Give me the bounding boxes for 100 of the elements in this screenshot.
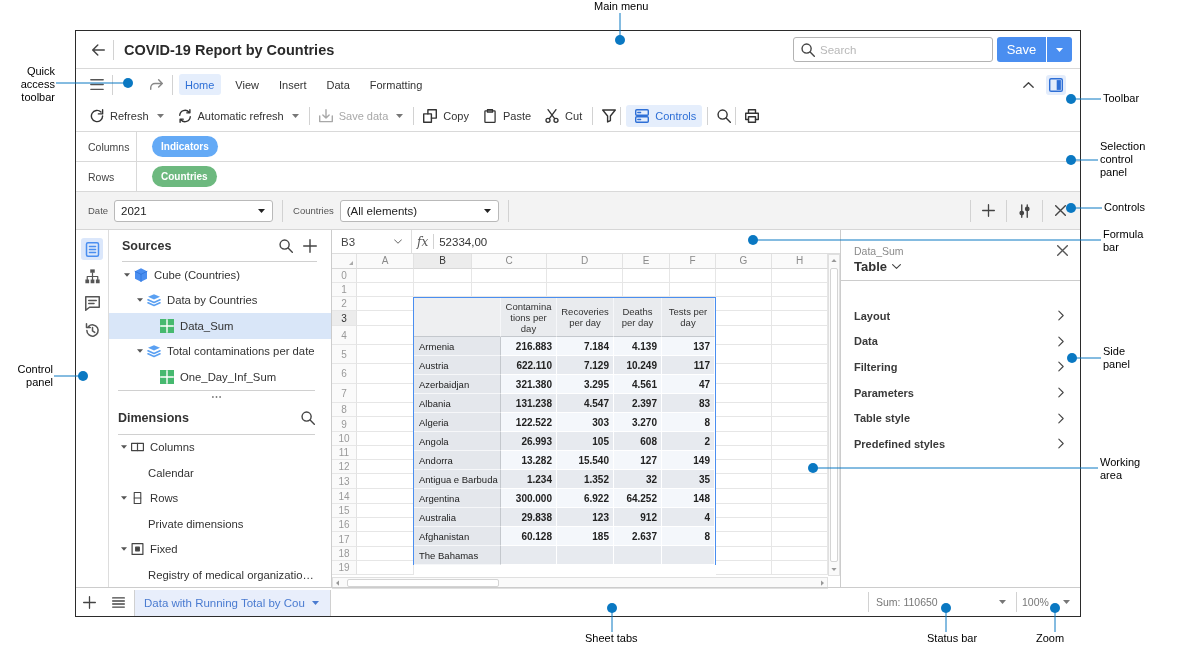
grid-cell[interactable] <box>623 269 670 283</box>
grid-cell[interactable] <box>357 283 414 297</box>
grid-cell[interactable] <box>357 269 414 283</box>
tree-item[interactable]: Private dimensions <box>109 511 331 537</box>
grid-cell[interactable] <box>716 269 772 283</box>
column-header[interactable]: A <box>357 254 414 269</box>
row-header[interactable]: 3 <box>332 311 357 326</box>
settings-section[interactable]: Parameters <box>841 379 1080 406</box>
menu-tab[interactable]: Data <box>320 74 356 95</box>
tree-item[interactable]: Rows <box>109 485 331 511</box>
column-header[interactable]: G <box>716 254 772 269</box>
collapse-chevron-icon[interactable] <box>1023 81 1034 88</box>
save-menu-button[interactable] <box>1047 37 1072 62</box>
scrollbar-thumb[interactable] <box>830 268 838 562</box>
vertical-scrollbar[interactable] <box>828 254 840 576</box>
dropdown-field[interactable]: 2021 <box>114 199 274 222</box>
scrollbar-thumb[interactable] <box>347 579 499 587</box>
row-header[interactable]: 14 <box>332 489 357 504</box>
search-icon[interactable] <box>301 411 315 425</box>
column-header[interactable]: B <box>414 254 472 269</box>
grid-cell[interactable] <box>716 283 772 297</box>
expand-caret-icon[interactable] <box>124 272 130 277</box>
tree-item[interactable]: One_Day_Inf_Sum <box>109 364 331 390</box>
drag-handle-icon[interactable] <box>212 395 221 398</box>
toolbar-button[interactable]: Copy <box>419 104 474 127</box>
scroll-down-icon[interactable] <box>831 568 837 571</box>
search-icon[interactable] <box>279 238 293 253</box>
row-header[interactable]: 7 <box>332 384 357 403</box>
row-header[interactable]: 1 <box>332 283 357 297</box>
row-header[interactable]: 15 <box>332 504 357 518</box>
tree-item[interactable]: Fixed <box>109 536 331 562</box>
select-all-corner-icon[interactable] <box>349 261 353 265</box>
menu-icon[interactable] <box>90 79 104 90</box>
add-icon[interactable] <box>982 204 995 217</box>
toolbar-button[interactable]: Cut <box>541 104 588 127</box>
tree-item[interactable]: Cube (Countries) <box>109 262 331 288</box>
column-header[interactable]: D <box>547 254 623 269</box>
add-icon[interactable] <box>303 238 317 253</box>
settings-section[interactable]: Layout <box>841 303 1080 329</box>
formula-field[interactable]: 52334,00 <box>439 235 488 248</box>
tree-item[interactable]: Data_Sum <box>109 313 331 339</box>
menu-tab[interactable]: Formatting <box>363 74 429 95</box>
row-header[interactable]: 10 <box>332 432 357 446</box>
row-header[interactable]: 5 <box>332 345 357 364</box>
tree-item[interactable]: Total contaminations per date <box>109 338 331 364</box>
scroll-right-icon[interactable] <box>821 580 824 586</box>
add-sheet-icon[interactable] <box>83 595 96 609</box>
column-header[interactable]: F <box>670 254 716 269</box>
row-header[interactable]: 18 <box>332 547 357 561</box>
expand-caret-icon[interactable] <box>137 349 143 354</box>
menu-tab[interactable]: Insert <box>273 74 313 95</box>
row-header[interactable]: 9 <box>332 417 357 432</box>
row-header[interactable]: 11 <box>332 446 357 460</box>
settings-section[interactable]: Data <box>841 328 1080 355</box>
grid-cell[interactable] <box>414 269 472 283</box>
expand-caret-icon[interactable] <box>121 547 127 552</box>
toolbar-button[interactable]: Paste <box>478 104 537 127</box>
redo-icon[interactable] <box>150 79 163 90</box>
toolbar-button[interactable]: Controls <box>626 104 703 127</box>
close-icon[interactable] <box>1055 205 1066 216</box>
row-header[interactable]: 0 <box>332 269 357 283</box>
row-header[interactable]: 16 <box>332 518 357 532</box>
grid-cell[interactable] <box>472 269 547 283</box>
menu-tab[interactable]: View <box>229 74 265 95</box>
row-header[interactable]: 13 <box>332 474 357 489</box>
settings-section[interactable]: Filtering <box>841 354 1080 380</box>
search-field[interactable]: Search <box>793 37 993 62</box>
expand-caret-icon[interactable] <box>121 496 127 501</box>
toolbar-button[interactable]: Automatic refresh <box>173 104 304 127</box>
tree-item[interactable]: Calendar <box>109 460 331 486</box>
sum-dropdown[interactable]: Sum: 110650 <box>869 588 1016 616</box>
settings-section[interactable]: Table style <box>841 405 1080 431</box>
row-header[interactable]: 8 <box>332 403 357 417</box>
back-arrow-icon[interactable] <box>92 43 105 56</box>
row-header[interactable]: 2 <box>332 297 357 311</box>
tree-item[interactable]: Data by Countries <box>109 287 331 313</box>
dropdown-field[interactable]: (All elements) <box>339 199 499 222</box>
sliders-icon[interactable] <box>1019 203 1030 218</box>
column-header[interactable]: C <box>472 254 547 269</box>
sheet-tab[interactable]: Data with Running Total by Cou <box>134 590 331 616</box>
scroll-up-icon[interactable] <box>831 259 837 262</box>
column-header[interactable]: E <box>623 254 670 269</box>
row-header[interactable]: 17 <box>332 532 357 547</box>
row-header[interactable]: 19 <box>332 561 357 575</box>
save-button[interactable]: Save <box>997 37 1046 62</box>
tree-item[interactable]: Registry of medical organizatio… <box>109 562 331 588</box>
tree-item[interactable]: Columns <box>109 434 331 460</box>
zoom-dropdown[interactable]: 100% <box>1017 588 1080 616</box>
row-header[interactable]: 4 <box>332 326 357 345</box>
view-type-dropdown[interactable]: Table <box>854 259 901 274</box>
cell-reference-field[interactable]: B3 <box>332 230 412 253</box>
side-panel-toggle[interactable] <box>1046 74 1066 95</box>
expand-caret-icon[interactable] <box>137 298 143 303</box>
close-icon[interactable] <box>1057 245 1068 256</box>
grid-cell[interactable] <box>670 269 716 283</box>
grid-cell[interactable] <box>547 269 623 283</box>
row-header[interactable]: 12 <box>332 460 357 474</box>
toolbar-button[interactable]: Refresh <box>86 104 169 127</box>
expand-caret-icon[interactable] <box>121 445 127 450</box>
row-header[interactable]: 6 <box>332 364 357 384</box>
